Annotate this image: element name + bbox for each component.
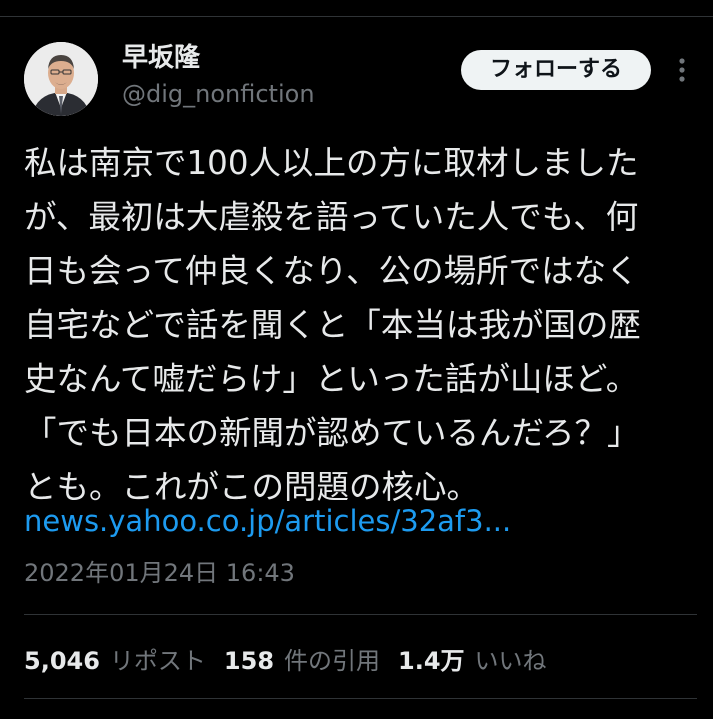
reposts-count: 5,046 [24, 646, 100, 675]
likes-count: 1.4万 [398, 646, 465, 675]
quotes-count: 158 [223, 646, 275, 675]
tweet-text: 私は南京で100人以上の方に取材しました が、最初は大虐殺を語っていた人でも、何… [24, 136, 704, 514]
divider-stats-bottom [24, 698, 697, 699]
tweet-detail: 早坂隆 @dig_nonfiction フォローする 私は南京で100人以上の方… [0, 0, 713, 719]
divider-top [0, 16, 713, 17]
reposts-stat[interactable]: 5,046 リポスト [24, 641, 206, 676]
tweet-text-line: 日も会って仲良くなり、公の場所ではなく [24, 252, 639, 290]
likes-label: いいね [474, 646, 547, 675]
quotes-label: 件の引用 [284, 646, 381, 675]
more-dots-glyph [679, 58, 685, 82]
engagement-stats: 5,046 リポスト 158 件の引用 1.4万 いいね [24, 640, 565, 676]
divider-stats-top [24, 614, 697, 615]
tweet-text-line: 私は南京で100人以上の方に取材しました [24, 144, 639, 182]
more-vertical-icon[interactable] [668, 54, 696, 86]
avatar-portrait [24, 42, 98, 116]
tweet-text-line: が、最初は大虐殺を語っていた人でも、何 [24, 198, 639, 236]
likes-stat[interactable]: 1.4万 いいね [398, 641, 547, 676]
tweet-timestamp[interactable]: 2022年01月24日 16:43 [24, 557, 295, 589]
tweet-text-line: 自宅などで話を聞くと「本当は我が国の歴 [24, 306, 641, 344]
avatar[interactable] [24, 42, 98, 116]
display-name[interactable]: 早坂隆 [122, 40, 200, 76]
tweet-text-line: 史なんて嘘だらけ」といった話が山ほど。 [24, 360, 639, 398]
quotes-stat[interactable]: 158 件の引用 [224, 641, 380, 676]
tweet-text-line: 「でも日本の新聞が認めているんだろ？」 [24, 414, 640, 452]
reposts-label: リポスト [109, 646, 206, 675]
follow-button[interactable]: フォローする [461, 50, 651, 90]
user-handle[interactable]: @dig_nonfiction [122, 78, 315, 110]
article-link[interactable]: news.yahoo.co.jp/articles/32af3... [24, 500, 511, 542]
